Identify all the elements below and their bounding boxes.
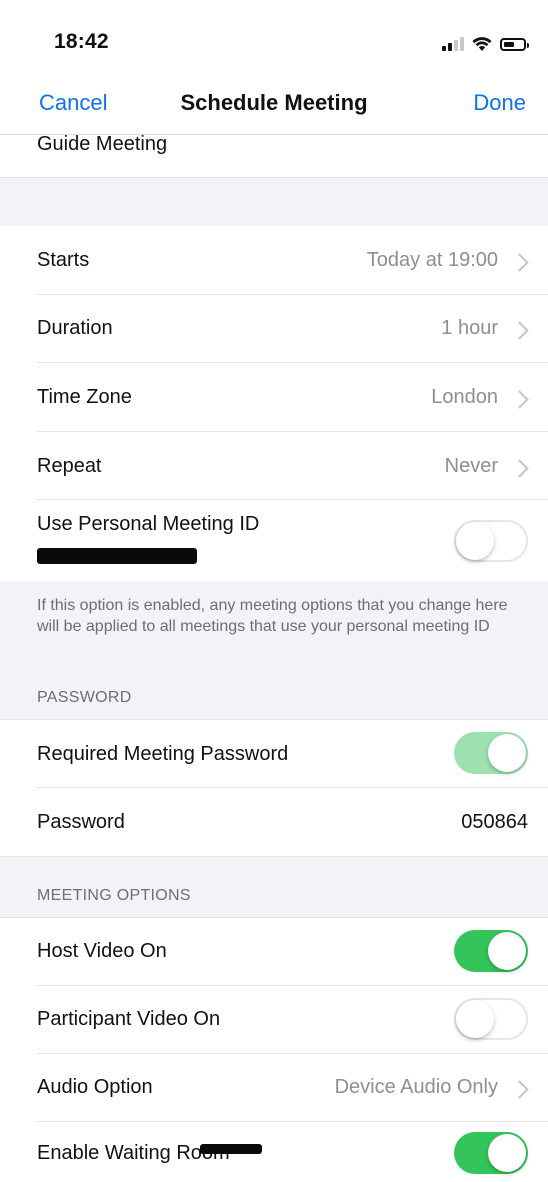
starts-label: Starts	[37, 249, 90, 271]
done-button[interactable]: Done	[473, 90, 526, 116]
starts-value: Today at 19:00	[366, 249, 498, 271]
chevron-right-icon	[510, 253, 529, 272]
personal-meeting-id-toggle[interactable]	[454, 520, 528, 562]
chevron-right-icon	[510, 1080, 529, 1099]
waiting-room-toggle[interactable]	[454, 1132, 528, 1174]
redaction-mark	[200, 1144, 262, 1154]
duration-label: Duration	[37, 317, 113, 339]
host-video-toggle[interactable]	[454, 930, 528, 972]
meeting-topic-value: Guide Meeting	[37, 133, 168, 155]
pmi-footer-area: If this option is enabled, any meeting o…	[0, 581, 548, 719]
required-password-row: Required Meeting Password	[0, 719, 548, 788]
repeat-value: Never	[444, 455, 498, 477]
meeting-options-header-area: MEETING OPTIONS	[0, 856, 548, 918]
status-bar: 18:42	[0, 0, 548, 84]
password-value: 050864	[461, 811, 528, 833]
password-section-header: PASSWORD	[37, 689, 132, 706]
pmi-note: If this option is enabled, any meeting o…	[37, 597, 508, 635]
section-spacer	[0, 178, 548, 226]
battery-icon	[500, 37, 529, 51]
host-video-row: Host Video On	[0, 917, 548, 986]
required-password-label: Required Meeting Password	[37, 743, 289, 765]
time-zone-label: Time Zone	[37, 386, 132, 408]
status-time: 18:42	[54, 30, 109, 53]
chevron-right-icon	[510, 459, 529, 478]
wifi-icon	[472, 36, 492, 52]
redacted-meeting-id	[37, 548, 197, 564]
required-password-toggle[interactable]	[454, 732, 528, 774]
starts-row[interactable]: Starts Today at 19:00	[0, 227, 548, 295]
duration-value: 1 hour	[441, 317, 498, 339]
personal-meeting-id-label: Use Personal Meeting ID	[37, 513, 260, 535]
participant-video-row: Participant Video On	[0, 986, 548, 1054]
chevron-right-icon	[510, 321, 529, 340]
chevron-right-icon	[510, 390, 529, 409]
audio-option-value: Device Audio Only	[334, 1076, 498, 1098]
time-zone-row[interactable]: Time Zone London	[0, 363, 548, 432]
navigation-bar: Cancel Schedule Meeting Done	[0, 84, 548, 135]
meeting-topic-field[interactable]: Guide Meeting	[0, 133, 548, 178]
audio-option-row[interactable]: Audio Option Device Audio Only	[0, 1054, 548, 1122]
meeting-options-section-header: MEETING OPTIONS	[37, 887, 191, 904]
status-icons	[442, 34, 529, 54]
waiting-room-row: Enable Waiting Room	[0, 1122, 548, 1182]
participant-video-toggle[interactable]	[454, 998, 528, 1040]
audio-option-label: Audio Option	[37, 1076, 153, 1098]
password-label: Password	[37, 811, 125, 833]
repeat-label: Repeat	[37, 455, 102, 477]
host-video-label: Host Video On	[37, 940, 167, 962]
repeat-row[interactable]: Repeat Never	[0, 432, 548, 500]
duration-row[interactable]: Duration 1 hour	[0, 295, 548, 363]
personal-meeting-id-row: Use Personal Meeting ID	[0, 500, 548, 581]
page-title: Schedule Meeting	[180, 90, 368, 115]
password-row[interactable]: Password 050864	[0, 788, 548, 856]
cellular-signal-icon	[442, 37, 464, 51]
time-zone-value: London	[431, 386, 498, 408]
participant-video-label: Participant Video On	[37, 1008, 221, 1030]
